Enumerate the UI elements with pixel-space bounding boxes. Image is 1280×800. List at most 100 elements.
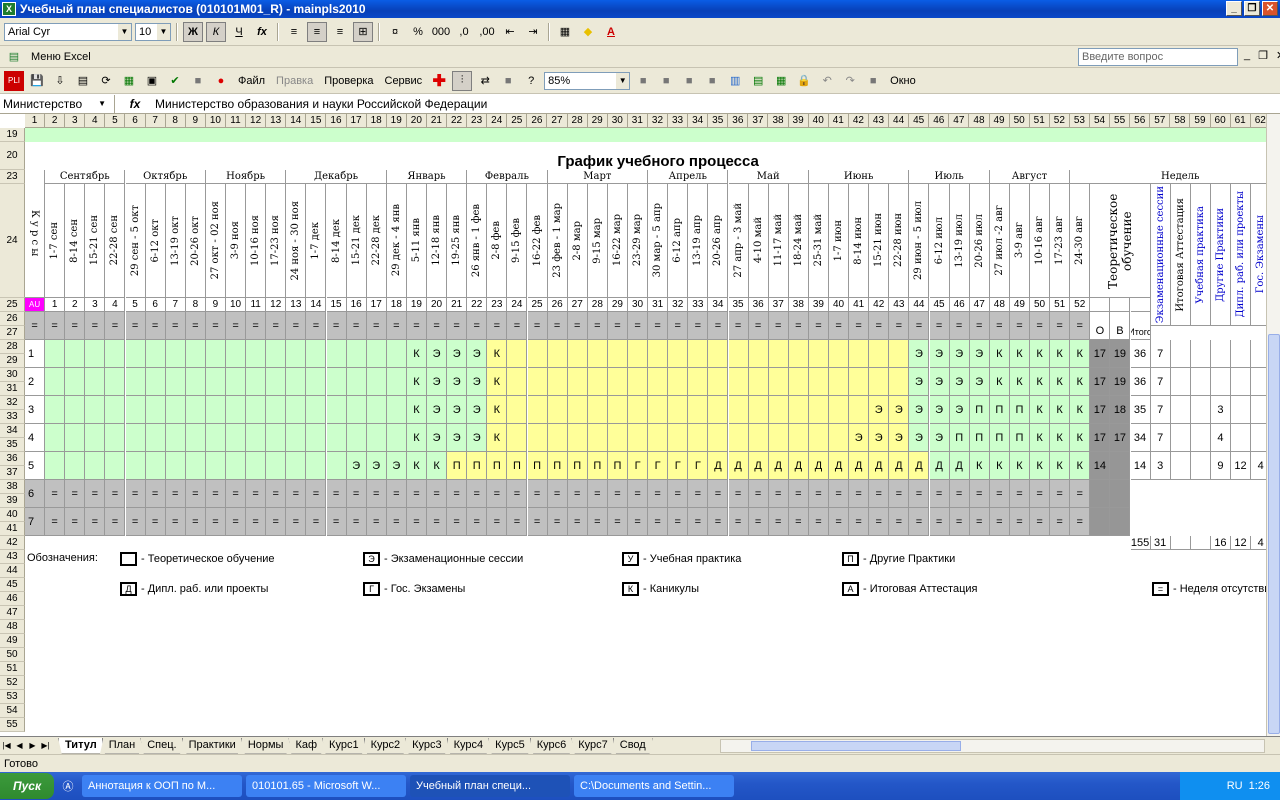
week-label[interactable]: 20-26 окт — [185, 184, 206, 298]
eq-cell[interactable]: = — [246, 312, 267, 340]
week-cell[interactable] — [607, 368, 628, 396]
total-cell[interactable]: 12 — [1231, 536, 1252, 550]
refresh-icon[interactable]: ⟳ — [96, 71, 116, 91]
course-attestation[interactable] — [1170, 396, 1191, 424]
week-cell[interactable]: Э — [447, 368, 468, 396]
cell[interactable] — [1090, 480, 1111, 508]
eq-cell[interactable]: = — [587, 312, 608, 340]
week-number[interactable]: 18 — [386, 298, 407, 312]
column-header[interactable]: 8 — [165, 114, 186, 128]
week-cell[interactable]: Э — [427, 368, 448, 396]
week-number[interactable]: 41 — [849, 298, 870, 312]
column-header[interactable]: 51 — [1029, 114, 1050, 128]
week-number[interactable]: 29 — [607, 298, 628, 312]
week-cell[interactable] — [306, 368, 327, 396]
eq-cell[interactable]: = — [869, 312, 890, 340]
month-header[interactable]: Август — [989, 170, 1071, 184]
week-cell[interactable]: = — [628, 480, 649, 508]
font-size-combo[interactable]: 10 ▼ — [135, 22, 171, 41]
week-cell[interactable]: = — [547, 480, 568, 508]
week-label[interactable]: 10-16 ноя — [246, 184, 267, 298]
week-label[interactable]: 15-21 июн — [869, 184, 890, 298]
week-cell[interactable] — [226, 396, 247, 424]
week-label[interactable]: 29 дек - 4 янв — [386, 184, 407, 298]
week-label[interactable]: 2-8 фев — [487, 184, 508, 298]
week-label[interactable]: 9-15 мар — [587, 184, 608, 298]
week-cell[interactable]: Э — [849, 424, 870, 452]
row-header[interactable]: 34 — [0, 424, 25, 438]
column-header[interactable]: 34 — [688, 114, 709, 128]
sheet-tab[interactable]: Курс7 — [571, 737, 615, 754]
week-cell[interactable] — [567, 424, 588, 452]
week-cell[interactable]: = — [386, 480, 407, 508]
start-button[interactable]: Пуск — [0, 773, 54, 799]
column-header[interactable]: 30 — [607, 114, 628, 128]
column-header[interactable]: 61 — [1230, 114, 1251, 128]
week-cell[interactable]: П — [969, 396, 990, 424]
eq-cell[interactable]: = — [567, 312, 588, 340]
week-cell[interactable] — [366, 396, 387, 424]
column-header[interactable]: 38 — [768, 114, 789, 128]
week-cell[interactable]: Э — [889, 424, 910, 452]
week-cell[interactable]: П — [949, 424, 970, 452]
week-cell[interactable]: = — [65, 508, 86, 536]
week-cell[interactable]: = — [286, 480, 307, 508]
week-cell[interactable]: К — [1030, 452, 1051, 480]
week-number[interactable]: 44 — [909, 298, 930, 312]
gray-square-icon[interactable]: ■ — [702, 71, 722, 91]
course-other-practice[interactable]: 4 — [1210, 424, 1231, 452]
eq-cell[interactable]: = — [648, 312, 669, 340]
week-cell[interactable]: Э — [447, 396, 468, 424]
week-cell[interactable] — [728, 424, 749, 452]
week-cell[interactable] — [85, 396, 106, 424]
align-center-icon[interactable]: ≡ — [307, 21, 327, 42]
week-cell[interactable] — [205, 396, 226, 424]
week-cell[interactable] — [628, 396, 649, 424]
eq-cell[interactable]: = — [447, 312, 468, 340]
total-cell[interactable] — [1170, 536, 1191, 550]
eq-cell[interactable]: = — [829, 312, 850, 340]
week-cell[interactable] — [829, 340, 850, 368]
week-cell[interactable]: К — [1050, 368, 1071, 396]
week-cell[interactable] — [547, 424, 568, 452]
week-label[interactable]: 17-23 ноя — [266, 184, 287, 298]
row-header[interactable]: 30 — [0, 368, 25, 382]
week-cell[interactable]: П — [547, 452, 568, 480]
week-cell[interactable]: Э — [346, 452, 367, 480]
column-icon[interactable]: ▥ — [725, 71, 745, 91]
week-cell[interactable]: Д — [748, 452, 769, 480]
week-cell[interactable] — [366, 368, 387, 396]
week-number[interactable]: 4 — [105, 298, 126, 312]
week-label[interactable]: 13-19 июл — [949, 184, 970, 298]
week-cell[interactable]: = — [969, 480, 990, 508]
eq-cell[interactable]: = — [226, 312, 247, 340]
total-cell[interactable]: 4 — [1251, 536, 1266, 550]
week-cell[interactable]: = — [125, 480, 146, 508]
column-header[interactable]: 48 — [969, 114, 990, 128]
week-cell[interactable] — [266, 424, 287, 452]
week-label[interactable]: 12-18 янв — [427, 184, 448, 298]
course-o[interactable]: 17 — [1090, 396, 1111, 424]
first-tab-icon[interactable]: |◀ — [0, 741, 13, 750]
week-number[interactable]: 19 — [406, 298, 427, 312]
week-cell[interactable] — [547, 396, 568, 424]
week-cell[interactable]: Э — [949, 340, 970, 368]
week-cell[interactable]: = — [145, 480, 166, 508]
week-label[interactable]: 8-14 сен — [65, 184, 86, 298]
week-cell[interactable]: = — [668, 508, 689, 536]
week-cell[interactable]: = — [849, 480, 870, 508]
week-cell[interactable] — [607, 340, 628, 368]
taskbar-button[interactable]: C:\Documents and Settin... — [574, 775, 734, 797]
column-header[interactable]: 44 — [889, 114, 910, 128]
week-cell[interactable] — [85, 340, 106, 368]
column-header[interactable]: 6 — [125, 114, 146, 128]
course-diploma[interactable] — [1231, 340, 1252, 368]
week-cell[interactable] — [889, 368, 910, 396]
eq-cell[interactable]: = — [266, 312, 287, 340]
week-cell[interactable]: = — [226, 508, 247, 536]
week-cell[interactable]: Э — [366, 452, 387, 480]
week-cell[interactable]: = — [1030, 508, 1051, 536]
summary-header[interactable]: Итоговая Аттестация — [1170, 184, 1191, 326]
sheet-tab[interactable]: Практики — [181, 737, 243, 754]
week-cell[interactable] — [808, 424, 829, 452]
